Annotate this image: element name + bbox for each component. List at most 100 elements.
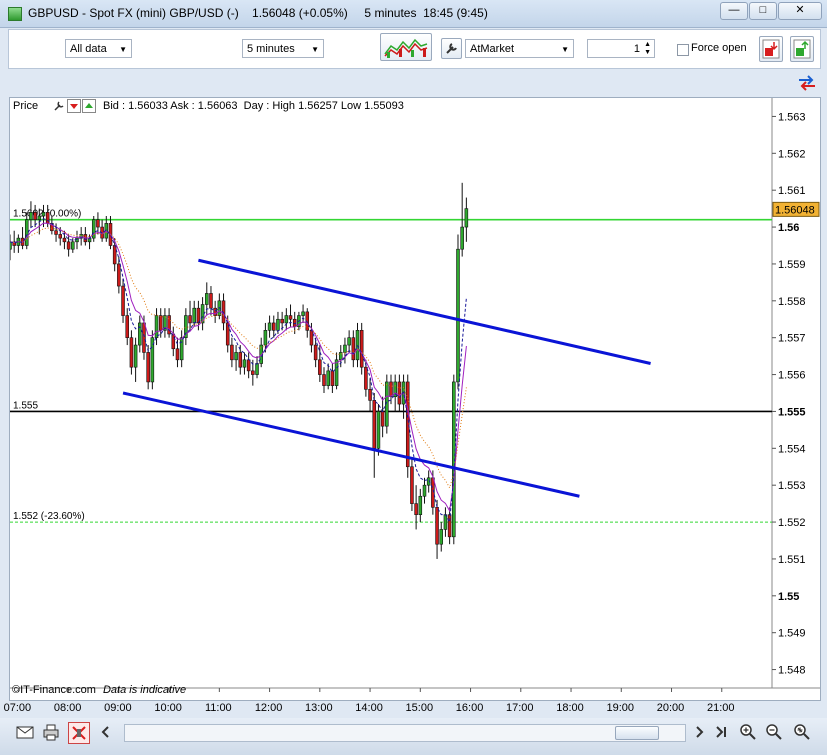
candle-down — [188, 315, 192, 324]
candle-up — [179, 337, 184, 361]
moving-average-line — [9, 227, 467, 490]
close-button[interactable]: ✕ — [778, 2, 822, 20]
print-button[interactable] — [40, 722, 62, 744]
last-price-label: 1.56048 — [775, 204, 815, 216]
panel-settings-button[interactable] — [52, 99, 66, 112]
y-tick-label: 1.552 — [778, 517, 806, 529]
price-chart[interactable]: 1.563 1.562 1.561 1.56 1.559 1.558 1.557 1.556 1… — [8, 98, 820, 700]
scroll-left-button[interactable] — [95, 722, 117, 744]
data-range-select[interactable]: All data ▼ — [65, 39, 132, 58]
candle-up — [443, 514, 448, 530]
chart-panel[interactable]: 1.563 1.562 1.561 1.56 1.559 1.558 1.557 1.556 1… — [8, 97, 821, 701]
x-tick-label: 08:00 — [53, 702, 82, 714]
candle-down — [58, 234, 63, 239]
stepper-arrows-icon[interactable]: ▲ ▼ — [644, 41, 651, 57]
candle-up — [343, 344, 347, 353]
wrench-icon — [446, 43, 457, 54]
moving-average-line — [9, 222, 467, 513]
y-tick-label: 1.561 — [778, 185, 806, 197]
candle-down — [414, 503, 418, 515]
printer-icon — [43, 724, 59, 741]
candle-down — [288, 315, 293, 320]
order-settings-button[interactable] — [441, 38, 462, 59]
candle-down — [117, 263, 121, 287]
candle-down — [175, 348, 180, 361]
zoom-fit-button[interactable] — [791, 722, 813, 744]
candle-up — [71, 241, 75, 250]
candle-up — [464, 208, 469, 228]
delete-drawings-button[interactable] — [68, 722, 90, 744]
buy-button[interactable] — [790, 36, 814, 62]
buy-icon — [793, 39, 811, 59]
candle-up — [347, 337, 351, 346]
indicators-button[interactable] — [380, 33, 432, 61]
candle-down — [410, 466, 414, 504]
x-tick-label: 16:00 — [455, 702, 484, 714]
chart-scrollbar[interactable] — [124, 724, 686, 742]
y-tick-label: 1.559 — [778, 259, 806, 271]
candle-down — [146, 352, 150, 383]
candle-up — [376, 411, 381, 449]
arrow-down-red-icon — [70, 104, 78, 109]
candle-down — [330, 370, 335, 386]
credit-text: ©IT-Finance.com — [12, 684, 96, 696]
x-tick-label: 18:00 — [556, 702, 584, 714]
trendline — [122, 391, 580, 498]
reverse-position-button[interactable] — [796, 72, 818, 92]
scroll-end-button[interactable] — [710, 722, 732, 744]
candle-down — [129, 337, 134, 368]
candle-up — [422, 484, 427, 497]
x-tick-label: 07:00 — [3, 702, 32, 714]
envelope-icon — [16, 726, 34, 739]
sell-button[interactable] — [759, 36, 783, 62]
candle-up — [29, 212, 33, 220]
x-tick-label: 11:00 — [204, 702, 232, 714]
candle-down — [125, 315, 129, 338]
arrow-up-green-icon — [85, 103, 93, 108]
interval-value: 5 minutes — [247, 43, 295, 55]
order-type-select[interactable]: AtMarket ▼ — [465, 39, 574, 58]
candle-down — [246, 359, 251, 372]
candle-down — [96, 219, 100, 228]
scrollbar-thumb[interactable] — [615, 726, 659, 740]
x-tick-label: 15:00 — [405, 702, 434, 714]
candle-down — [318, 359, 322, 375]
panel-up-button[interactable] — [82, 99, 96, 113]
minimize-button[interactable]: — — [720, 2, 748, 20]
candle-up — [8, 241, 12, 250]
candle-down — [405, 381, 410, 468]
candle-up — [334, 359, 339, 386]
zoom-out-button[interactable] — [763, 722, 785, 744]
candle-up — [154, 315, 159, 338]
force-open-checkbox[interactable] — [677, 44, 689, 56]
candle-down — [213, 307, 217, 316]
maximize-button[interactable]: □ — [749, 2, 777, 20]
candle-down — [251, 370, 255, 375]
scroll-right-button[interactable] — [688, 722, 710, 744]
quote-line: Bid : 1.56033 Ask : 1.56063 Day : High 1… — [103, 100, 404, 112]
y-tick-label: 1.555 — [778, 406, 806, 418]
x-tick-label: 20:00 — [656, 702, 685, 714]
candle-up — [234, 352, 238, 361]
zoom-in-button[interactable] — [737, 722, 759, 744]
candle-up — [418, 495, 423, 515]
quantity-stepper[interactable]: 1 ▲ ▼ — [587, 39, 655, 58]
candle-up — [267, 322, 272, 331]
candle-down — [351, 337, 356, 361]
panel-down-button[interactable] — [67, 99, 81, 113]
interval-select[interactable]: 5 minutes ▼ — [242, 39, 324, 58]
level-label: 1.552 (-23.60%) — [13, 511, 85, 522]
panel-label: Price — [13, 100, 39, 112]
candle-down — [431, 477, 435, 508]
wrench-icon — [54, 101, 64, 111]
x-tick-label: 21:00 — [706, 702, 735, 714]
candle-up — [439, 529, 444, 545]
mail-button[interactable] — [14, 722, 36, 744]
chevron-left-icon — [101, 726, 109, 738]
chevron-end-icon — [716, 726, 726, 738]
y-tick-label: 1.548 — [778, 665, 806, 677]
candle-down — [158, 315, 163, 331]
candle-down — [238, 352, 243, 368]
candle-down — [389, 381, 393, 397]
candle-down — [322, 374, 326, 386]
